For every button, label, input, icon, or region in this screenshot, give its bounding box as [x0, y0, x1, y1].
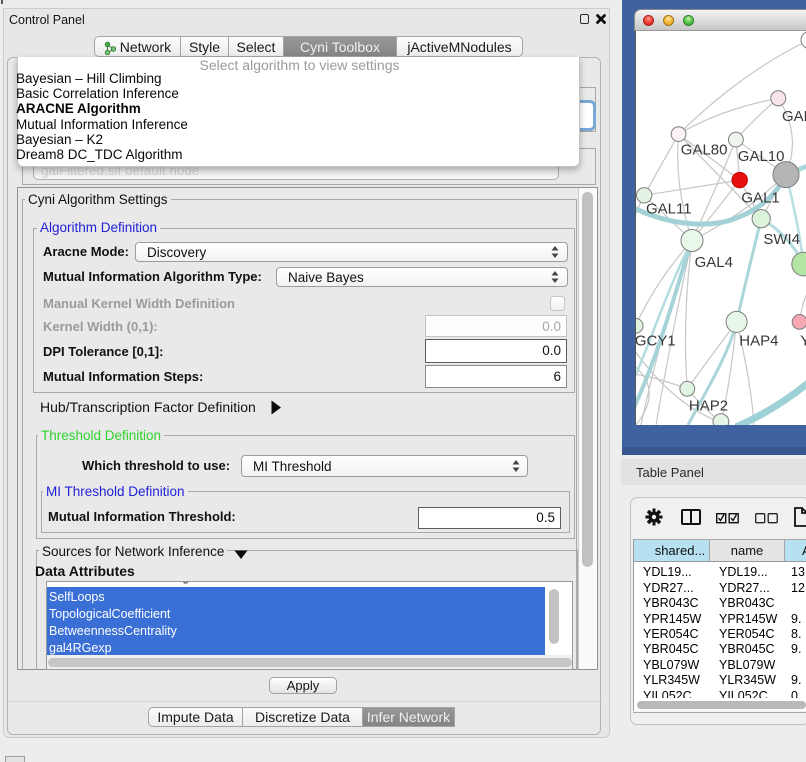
- svg-text:HAP2: HAP2: [689, 398, 728, 415]
- svg-text:GCY1: GCY1: [636, 333, 676, 350]
- svg-text:HAP4: HAP4: [739, 333, 778, 350]
- svg-text:GAL7: GAL7: [782, 108, 806, 125]
- svg-text:SWI4: SWI4: [763, 231, 800, 248]
- svg-text:Y: Y: [800, 333, 806, 350]
- svg-text:GAL80: GAL80: [681, 142, 728, 159]
- svg-text:GAL1: GAL1: [741, 190, 779, 207]
- svg-text:GAL4: GAL4: [695, 254, 733, 271]
- svg-text:GAL11: GAL11: [646, 201, 692, 218]
- svg-text:GAL10: GAL10: [738, 148, 785, 165]
